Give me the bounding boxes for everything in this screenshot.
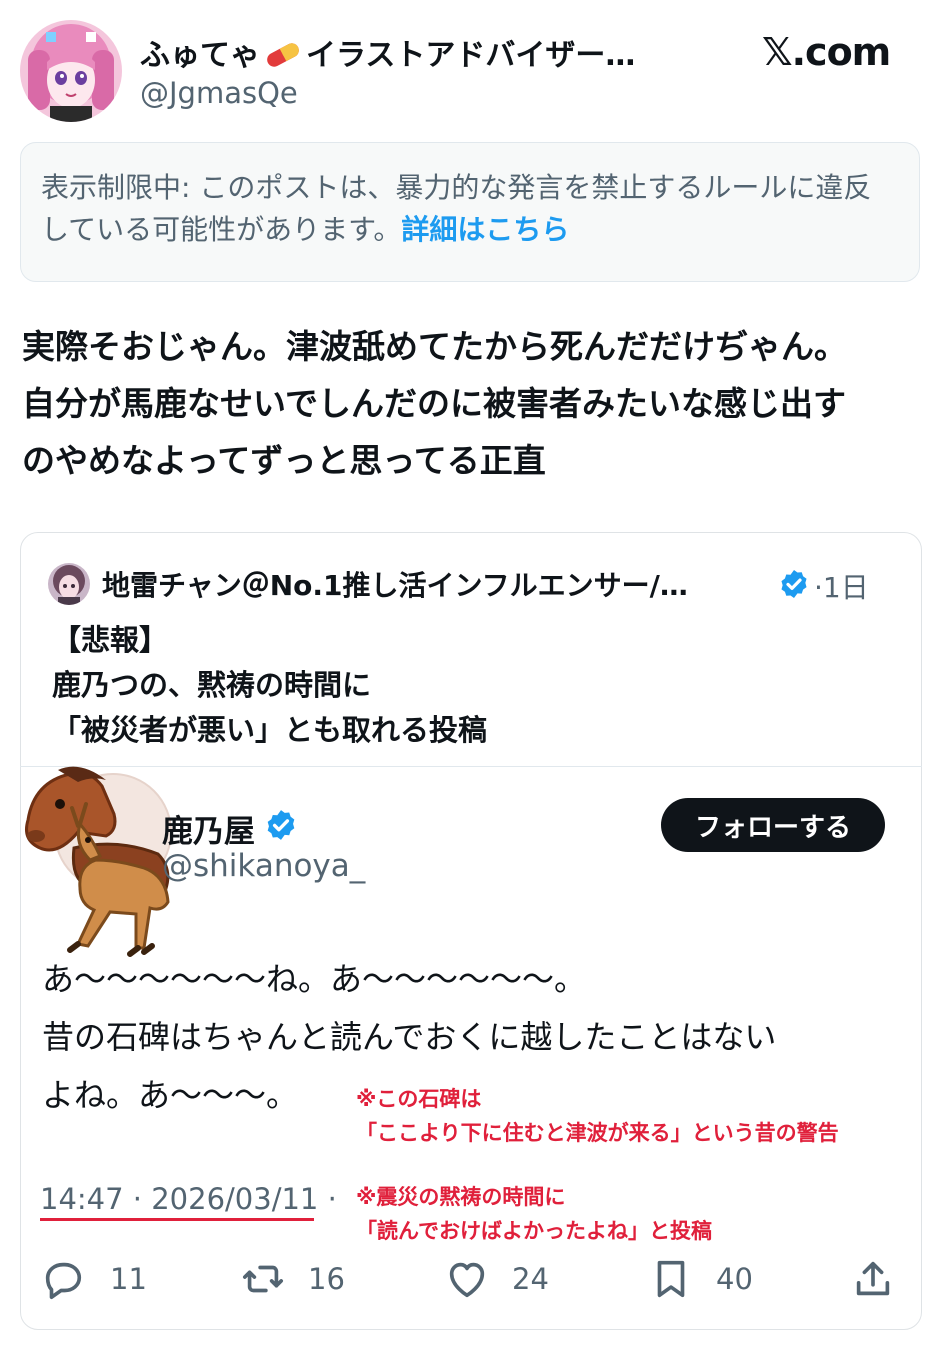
embedded-line: あ〜〜〜〜〜〜ね。あ〜〜〜〜〜〜。 — [42, 960, 587, 998]
quoted-post-time[interactable]: ·1日 — [814, 566, 869, 606]
avatar[interactable] — [20, 20, 122, 122]
display-name-text: ふゅてゃ — [140, 38, 260, 73]
restriction-notice: 表示制限中: このポストは、暴力的な発言を禁止するルールに違反している可能性があ… — [20, 142, 920, 282]
red-underline — [40, 1218, 314, 1221]
heart-icon — [449, 1262, 485, 1298]
like-count: 24 — [512, 1262, 549, 1296]
quoted-line: 鹿乃つの、黙祷の時間に — [52, 668, 372, 702]
retweet-icon — [242, 1265, 284, 1293]
annotation-line: ※この石碑は — [356, 1087, 482, 1111]
display-name-suffix: イラストアドバイザー… — [306, 38, 636, 73]
annotation-time-note: ※震災の黙祷の時間に 「読んでおけばよかったよね」と投稿 — [356, 1180, 712, 1248]
share-icon — [856, 1261, 890, 1296]
quoted-author-avatar[interactable] — [48, 563, 90, 605]
post-line: のやめなよってずっと思ってる正直 — [22, 441, 546, 480]
like-button[interactable]: 24 — [444, 1256, 549, 1302]
embedded-author-name[interactable]: 鹿乃屋 — [162, 806, 255, 851]
user-handle[interactable]: @JgmasQe — [140, 76, 298, 110]
bookmark-count: 40 — [716, 1262, 753, 1296]
post-line: 自分が馬鹿なせいでしんだのに被害者みたいな感じ出す — [22, 384, 847, 423]
quoted-line: 「被災者が悪い」とも取れる投稿 — [52, 713, 488, 747]
retweet-count: 16 — [308, 1262, 345, 1296]
pill-emoji-icon — [263, 41, 303, 67]
bookmark-icon — [657, 1260, 685, 1298]
reply-button[interactable]: 11 — [40, 1256, 147, 1302]
verified-badge-icon — [778, 568, 810, 600]
share-button[interactable] — [850, 1256, 896, 1302]
quoted-author-name[interactable]: 地雷チャン＠No.1推し活インフルエンサー/… — [102, 564, 688, 604]
bookmark-button[interactable]: 40 — [648, 1256, 753, 1302]
reply-icon — [45, 1262, 82, 1300]
follow-button[interactable]: フォローする — [661, 798, 885, 852]
post-body: 実際そおじゃん。津波舐めてたから死んだだけぢゃん。 自分が馬鹿なせいでしんだのに… — [22, 318, 922, 489]
quoted-post-body: 【悲報】 鹿乃つの、黙祷の時間に 「被災者が悪い」とも取れる投稿 — [52, 618, 487, 753]
post-line: 実際そおじゃん。津波舐めてたから死んだだけぢゃん。 — [22, 327, 847, 366]
site-logo: 𝕏.com — [762, 30, 891, 74]
embedded-author-handle[interactable]: @shikanoya_ — [162, 848, 365, 884]
quoted-line: 【悲報】 — [52, 623, 169, 657]
annotation-line: 「ここより下に住むと津波が来る」という昔の警告 — [356, 1121, 839, 1145]
embedded-timestamp[interactable]: 14:47 · 2026/03/11 · — [40, 1182, 337, 1216]
embedded-line: 昔の石碑はちゃんと読んでおくに越したことはない — [42, 1018, 777, 1056]
annotation-line: ※震災の黙祷の時間に — [356, 1185, 566, 1209]
annotation-stone-note: ※この石碑は 「ここより下に住むと津波が来る」という昔の警告 — [356, 1082, 839, 1150]
verified-badge-icon — [264, 808, 298, 842]
retweet-button[interactable]: 16 — [240, 1256, 345, 1302]
notice-details-link[interactable]: 詳細はこちら — [401, 213, 569, 246]
annotation-line: 「読んでおけばよかったよね」と投稿 — [356, 1219, 712, 1243]
display-name[interactable]: ふゅてゃ イラストアドバイザー… — [140, 30, 635, 74]
reply-count: 11 — [110, 1262, 147, 1296]
